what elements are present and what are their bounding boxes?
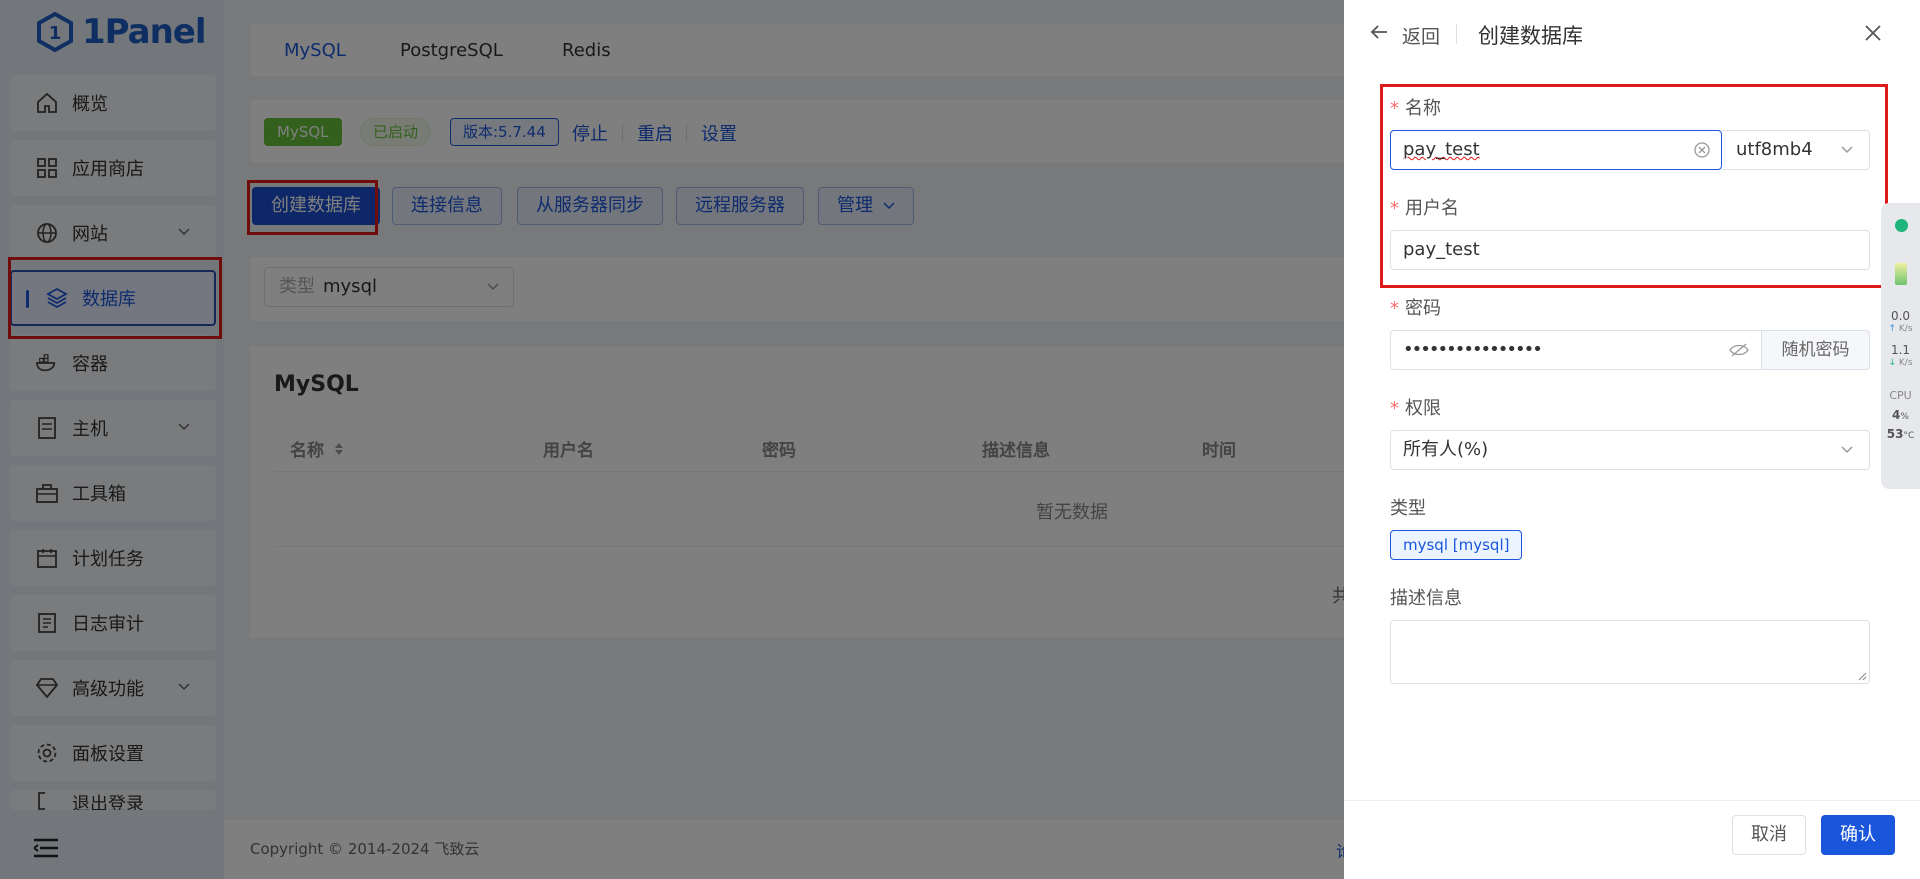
highlight-box-form [1380, 84, 1888, 288]
chevron-down-icon [1841, 446, 1853, 454]
system-monitor-widget[interactable]: 0.0 ↑ K/s 1.1 ↓ K/s CPU 4% 53°C [1881, 203, 1920, 489]
cpu-temperature: 53°C [1886, 427, 1915, 441]
arrow-up-icon: ↑ [1888, 324, 1897, 334]
status-dot [1895, 219, 1908, 232]
divider [1344, 800, 1920, 801]
cpu-usage: 4% [1892, 408, 1909, 422]
description-textarea[interactable] [1390, 620, 1870, 684]
password-input[interactable]: •••••••••••••••• [1390, 330, 1762, 370]
drawer-header: 返回 创建数据库 [1344, 0, 1920, 68]
cancel-button[interactable]: 取消 [1732, 815, 1806, 855]
password-label: * 密码 [1390, 298, 1441, 319]
eye-hidden-icon[interactable] [1729, 342, 1749, 358]
description-label: 描述信息 [1390, 588, 1462, 609]
battery-icon [1895, 263, 1907, 285]
drawer-title: 创建数据库 [1478, 24, 1583, 48]
close-icon[interactable] [1864, 24, 1882, 42]
download-speed: 1.1 [1890, 343, 1911, 357]
arrow-down-icon: ↓ [1888, 358, 1897, 368]
upload-speed: 0.0 [1890, 309, 1911, 323]
upload-unit: ↑ K/s [1888, 324, 1913, 334]
confirm-button[interactable]: 确认 [1821, 815, 1895, 855]
resize-handle-icon[interactable] [1857, 671, 1867, 681]
drawer-overlay[interactable] [0, 0, 1344, 879]
permission-label: * 权限 [1390, 398, 1441, 419]
permission-value: 所有人(%) [1403, 439, 1489, 460]
random-password-button[interactable]: 随机密码 [1762, 330, 1870, 370]
create-database-drawer: 返回 创建数据库 * 名称 pay_test utf8mb4 * 用户名 pay_t… [1344, 0, 1920, 879]
back-button[interactable]: 返回 [1402, 22, 1440, 49]
type-label: 类型 [1390, 498, 1426, 519]
password-input-value: •••••••••••••••• [1403, 339, 1543, 360]
divider [1456, 24, 1457, 44]
permission-select[interactable]: 所有人(%) [1390, 430, 1870, 470]
cpu-label: CPU [1889, 389, 1912, 402]
download-unit: ↓ K/s [1888, 358, 1913, 368]
back-arrow-icon[interactable] [1370, 24, 1388, 40]
type-tag: mysql [mysql] [1390, 530, 1523, 560]
